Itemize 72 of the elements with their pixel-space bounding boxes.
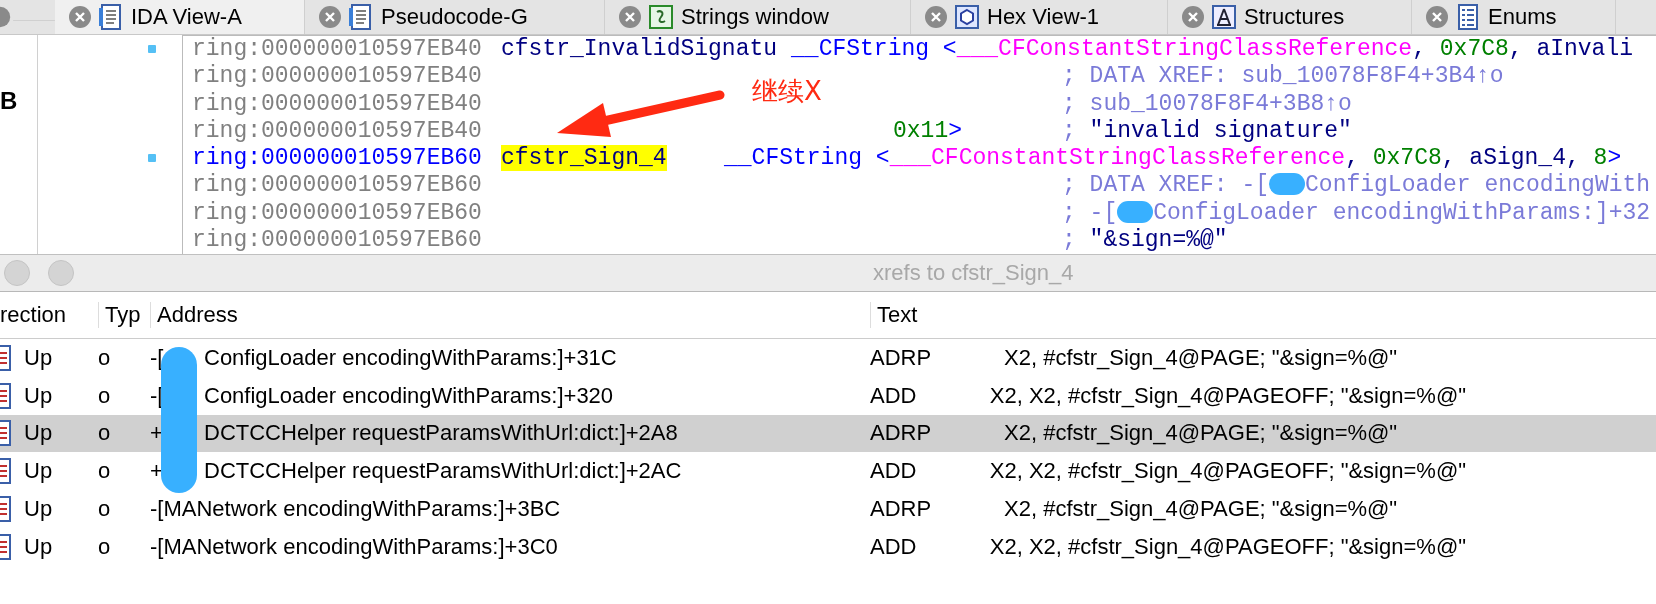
code-address: ring:000000010597EB60 bbox=[192, 145, 483, 173]
code-label: cfstr_InvalidSignatu bbox=[501, 36, 778, 62]
text-cell-text: ADRP X2, #cfstr_Sign_4@PAGE; "&sign=%@" bbox=[869, 495, 1399, 524]
address-text: DCTCCHelper requestParamsWithUrl:dict:]+2A8 bbox=[204, 420, 678, 446]
code-operand: 0x11> bbox=[893, 117, 963, 144]
close-icon[interactable] bbox=[319, 6, 341, 28]
text-cell: ADRP X2, #cfstr_Sign_4@PAGE; "&sign=%@" bbox=[862, 338, 1656, 377]
list-icon bbox=[1456, 4, 1480, 30]
direction-text: Up bbox=[24, 420, 53, 447]
close-icon[interactable] bbox=[1426, 6, 1448, 28]
annotation-text: 继续X bbox=[752, 75, 822, 108]
column-header[interactable]: Typ bbox=[90, 292, 142, 339]
code-comment: ; "&sign=%@" bbox=[1062, 227, 1228, 254]
close-icon[interactable] bbox=[619, 6, 641, 28]
close-icon[interactable] bbox=[925, 6, 947, 28]
type-cell-text: o bbox=[97, 532, 112, 561]
code-address: ring:000000010597EB40 bbox=[192, 36, 483, 64]
list-document-icon bbox=[0, 420, 12, 447]
code-address: ring:000000010597EB60 bbox=[192, 199, 483, 228]
code-comment: ; -[ ConfigLoader encodingWithParams:]+32 bbox=[1062, 199, 1651, 228]
address-cell-text: -[MANetwork encodingWithParams:]+3BC bbox=[149, 495, 562, 524]
code-address: ring:000000010597EB40 bbox=[192, 117, 483, 146]
column-header[interactable]: rection bbox=[0, 292, 90, 339]
document-lines-icon bbox=[99, 4, 123, 30]
code-label: cfstr_Sign_4 bbox=[501, 145, 667, 172]
text-cell: ADD X2, X2, #cfstr_Sign_4@PAGEOFF; "&sign=%@" bbox=[862, 452, 1656, 491]
code-comment: ; "invalid signature" bbox=[1062, 117, 1352, 146]
column-header[interactable]: Text bbox=[862, 292, 1656, 339]
direction-text: Up bbox=[24, 344, 53, 371]
code-operand: __CFString <___CFConstantStringClassReference, 0x7C8, aInvali bbox=[791, 36, 1634, 62]
xref-row[interactable]: Up o -[ ConfigLoader encodingWithParams:]+31C ADRP X2, #cfstr_Sign_4@PAGE; "&sign=%@" bbox=[0, 338, 1656, 377]
code-comment: ; sub_10078F8F4+3B8↑o bbox=[1062, 90, 1352, 118]
code-comment: ; DATA XREF: sub_10078F8F4+3B4↑o bbox=[1062, 63, 1504, 91]
address-prefix: + bbox=[150, 420, 164, 447]
xref-row[interactable]: Up o + DCTCCHelper requestParamsWithUrl:dict:]+2A8 ADRP X2, #cfstr_Sign_4@PAGE; "&sign=%@" bbox=[0, 414, 1656, 453]
direction-text: Up bbox=[24, 458, 53, 485]
type-cell: o bbox=[90, 414, 142, 453]
column-header[interactable]: Address bbox=[142, 292, 862, 339]
structure-icon bbox=[1212, 4, 1236, 30]
xref-row[interactable]: Up o -[MANetwork encodingWithParams:]+3BC ADRP X2, #cfstr_Sign_4@PAGE; "&sign=%@" bbox=[0, 490, 1656, 528]
code-address: ring:000000010597EB60 bbox=[192, 172, 483, 200]
direction-text: Up bbox=[24, 382, 53, 409]
close-icon[interactable] bbox=[69, 6, 91, 28]
address-text: DCTCCHelper requestParamsWithUrl:dict:]+2AC bbox=[204, 458, 682, 484]
type-cell: o bbox=[90, 338, 142, 377]
xref-row[interactable]: Up o -[MANetwork encodingWithParams:]+3C0 ADD X2, X2, #cfstr_Sign_4@PAGEOFF; "&sign=%@" bbox=[0, 528, 1656, 566]
type-cell: o bbox=[90, 452, 142, 491]
address-text: ConfigLoader encodingWithParams:]+320 bbox=[204, 382, 614, 408]
text-cell: ADRP X2, #cfstr_Sign_4@PAGE; "&sign=%@" bbox=[862, 414, 1656, 453]
code-address: ring:000000010597EB40 bbox=[192, 90, 483, 118]
window-title: xrefs to cfstr_Sign_4 bbox=[873, 260, 1074, 286]
close-icon[interactable] bbox=[1182, 6, 1204, 28]
text-cell: ADD X2, X2, #cfstr_Sign_4@PAGEOFF; "&sign=%@" bbox=[862, 376, 1656, 415]
code-operand: __CFString <___CFConstantStringClassReference, 0x7C8, aSign_4, 8> bbox=[724, 145, 1622, 172]
quote-box-icon bbox=[649, 4, 673, 30]
code-address: ring:000000010597EB40 bbox=[192, 63, 483, 91]
close-icon bbox=[0, 5, 13, 29]
tab[interactable]: IDA View-A bbox=[55, 0, 305, 34]
side-panel-text: B bbox=[0, 35, 38, 254]
address-text: ConfigLoader encodingWithParams:]+31C bbox=[204, 344, 617, 370]
direction-text: Up bbox=[24, 533, 53, 560]
code-address: ring:000000010597EB60 bbox=[192, 227, 483, 254]
address-cell-text: -[MANetwork encodingWithParams:]+3C0 bbox=[149, 532, 559, 561]
text-cell-text: ADD X2, X2, #cfstr_Sign_4@PAGEOFF; "&sign=%@" bbox=[869, 532, 1468, 561]
address-prefix: -[ bbox=[150, 344, 165, 371]
address-prefix: + bbox=[150, 458, 164, 485]
direction-text: Up bbox=[24, 496, 53, 523]
document-lines-icon bbox=[349, 4, 373, 30]
xref-row[interactable]: Up o + DCTCCHelper requestParamsWithUrl:dict:]+2AC ADD X2, X2, #cfstr_Sign_4@PAGEOFF; "&sign=%@" bbox=[0, 452, 1656, 491]
type-cell: o bbox=[90, 376, 142, 415]
code-comment: ; DATA XREF: -[ ConfigLoader encodingWith bbox=[1062, 172, 1651, 200]
type-cell-text: o bbox=[97, 495, 112, 524]
